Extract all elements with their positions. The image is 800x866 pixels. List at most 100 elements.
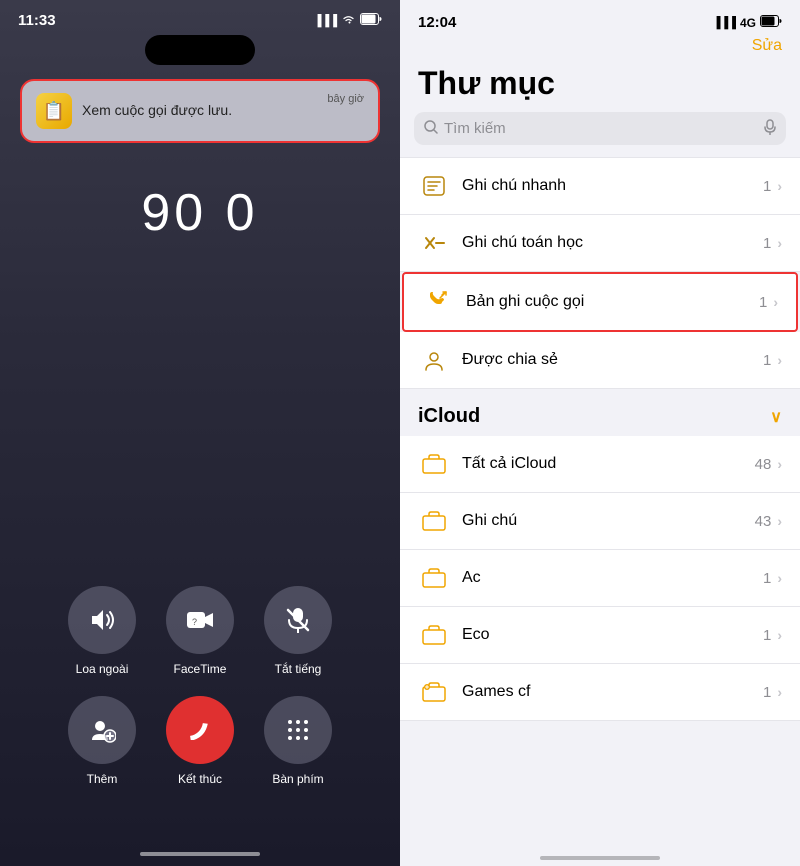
folder-name-ac: Ac [462, 569, 763, 587]
right-header: Sửa [400, 35, 800, 61]
eco-folder-icon [418, 619, 450, 651]
folder-count-notes: 43 [755, 513, 772, 530]
folder-item-all-icloud[interactable]: Tất cả iCloud 48 › [400, 436, 800, 493]
notif-content: Xem cuộc gọi được lưu. [82, 102, 364, 120]
chevron-icon: › [777, 513, 782, 529]
folder-count-ac: 1 [763, 570, 771, 587]
folder-item-quick-notes[interactable]: Ghi chú nhanh 1 › [400, 157, 800, 215]
end-label: Kết thúc [178, 772, 222, 786]
notif-time: bây giờ [327, 93, 364, 105]
call-number-display: 90 0 [141, 183, 258, 243]
folder-item-math-notes[interactable]: Ghi chú toán học 1 › [400, 215, 800, 272]
left-time: 11:33 [18, 12, 56, 29]
chevron-icon: › [777, 684, 782, 700]
folder-item-call-log[interactable]: Bản ghi cuộc gọi 1 › [402, 272, 798, 332]
right-home-indicator [540, 856, 660, 860]
network-type-icon: 4G [740, 16, 756, 30]
folder-name-shared: Được chia sẻ [462, 351, 763, 369]
icloud-title: iCloud [418, 405, 480, 428]
facetime-circle: ? [166, 586, 234, 654]
folder-count-all-icloud: 48 [755, 456, 772, 473]
search-placeholder-text: Tìm kiếm [444, 120, 758, 137]
chevron-icon: › [777, 352, 782, 368]
left-status-bar: 11:33 ▐▐▐ [0, 0, 400, 35]
facetime-button[interactable]: ? FaceTime [166, 586, 234, 676]
chevron-icon: › [777, 570, 782, 586]
folder-count-quick-notes: 1 [763, 178, 771, 195]
speaker-circle [68, 586, 136, 654]
all-icloud-icon [418, 448, 450, 480]
folder-count-eco: 1 [763, 627, 771, 644]
right-status-icons: ▐▐▐ 4G [713, 15, 782, 30]
right-panel: 12:04 ▐▐▐ 4G Sửa Thư mục Tìm kiếm [400, 0, 800, 866]
folder-count-call-log: 1 [759, 294, 767, 311]
folder-count-shared: 1 [763, 352, 771, 369]
search-icon [424, 120, 438, 137]
controls-row-1: Loa ngoài ? FaceTime [0, 586, 400, 676]
call-log-icon [422, 286, 454, 318]
page-title: Thư mục [400, 61, 800, 112]
folder-name-notes: Ghi chú [462, 512, 755, 530]
chevron-icon: › [777, 235, 782, 251]
add-circle [68, 696, 136, 764]
chevron-icon: › [777, 178, 782, 194]
signal-icon: ▐▐▐ [713, 17, 736, 29]
chevron-icon: › [777, 627, 782, 643]
folder-list: Ghi chú nhanh 1 › Ghi chú toán học 1 › [400, 157, 800, 848]
left-panel: 11:33 ▐▐▐ 📋 Xem [0, 0, 400, 866]
home-indicator [140, 852, 260, 856]
folder-name-eco: Eco [462, 626, 763, 644]
games-cf-icon [418, 676, 450, 708]
notif-text: Xem cuộc gọi được lưu. [82, 102, 232, 118]
icloud-section-label: iCloud ∨ [400, 389, 800, 436]
folder-item-notes[interactable]: Ghi chú 43 › [400, 493, 800, 550]
quick-notes-icon [418, 170, 450, 202]
keypad-label: Bàn phím [272, 772, 323, 786]
folder-name-quick-notes: Ghi chú nhanh [462, 177, 763, 195]
folder-count-math-notes: 1 [763, 235, 771, 252]
folder-item-shared[interactable]: Được chia sẻ 1 › [400, 332, 800, 389]
svg-text:?: ? [192, 617, 197, 627]
call-controls: Loa ngoài ? FaceTime [0, 586, 400, 786]
add-label: Thêm [87, 772, 118, 786]
mute-circle [264, 586, 332, 654]
chevron-icon: › [773, 294, 778, 310]
folder-name-math-notes: Ghi chú toán học [462, 234, 763, 252]
speaker-button[interactable]: Loa ngoài [68, 586, 136, 676]
facetime-label: FaceTime [174, 662, 227, 676]
notes-icon: 📋 [43, 101, 65, 122]
folder-name-call-log: Bản ghi cuộc gọi [466, 293, 759, 311]
folder-item-games-cf[interactable]: Games cf 1 › [400, 664, 800, 721]
folder-name-games-cf: Games cf [462, 683, 763, 701]
folder-item-ac[interactable]: Ac 1 › [400, 550, 800, 607]
end-circle [166, 696, 234, 764]
keypad-circle [264, 696, 332, 764]
chevron-icon: › [777, 456, 782, 472]
signal-bars-icon: ▐▐▐ [314, 15, 337, 27]
controls-row-2: Thêm Kết thúc [0, 696, 400, 786]
shared-icon [418, 344, 450, 376]
end-call-button[interactable]: Kết thúc [166, 696, 234, 786]
notif-app-icon: 📋 [36, 93, 72, 129]
mic-icon [764, 119, 776, 138]
notes-folder-icon [418, 505, 450, 537]
folder-item-eco[interactable]: Eco 1 › [400, 607, 800, 664]
right-time: 12:04 [418, 14, 456, 31]
icloud-chevron-down-icon[interactable]: ∨ [770, 407, 782, 427]
edit-button[interactable]: Sửa [752, 37, 782, 55]
right-battery-icon [760, 15, 782, 30]
left-status-icons: ▐▐▐ [314, 13, 382, 28]
notification-banner[interactable]: 📋 Xem cuộc gọi được lưu. bây giờ [20, 79, 380, 143]
ac-folder-icon [418, 562, 450, 594]
right-status-bar: 12:04 ▐▐▐ 4G [400, 0, 800, 35]
folder-name-all-icloud: Tất cả iCloud [462, 455, 755, 473]
mute-label: Tắt tiếng [275, 662, 322, 676]
add-call-button[interactable]: Thêm [68, 696, 136, 786]
speaker-label: Loa ngoài [76, 662, 129, 676]
dynamic-island [145, 35, 255, 65]
folder-count-games-cf: 1 [763, 684, 771, 701]
search-bar[interactable]: Tìm kiếm [414, 112, 786, 145]
keypad-button[interactable]: Bàn phím [264, 696, 332, 786]
mute-button[interactable]: Tắt tiếng [264, 586, 332, 676]
wifi-icon [341, 13, 356, 28]
